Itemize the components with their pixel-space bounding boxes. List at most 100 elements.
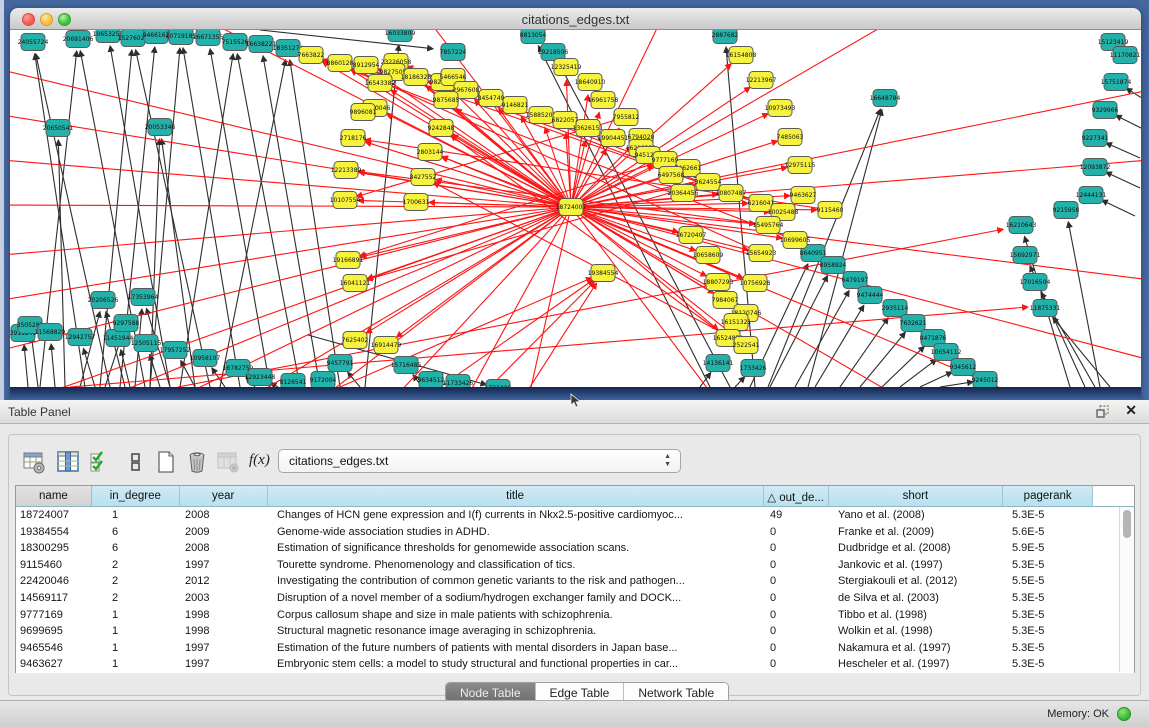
network-node[interactable]: 15716485 [391,357,422,374]
citation-edge[interactable] [815,305,864,387]
citation-edge-selected[interactable] [10,207,571,300]
network-node[interactable]: 2522541 [733,337,760,354]
network-node[interactable]: 2803144 [417,144,444,161]
network-node[interactable]: 11733426 [443,375,474,388]
network-node[interactable]: 16154808 [726,47,757,64]
column-header-in_degree[interactable]: in_degree [92,486,180,506]
network-node[interactable]: 15692971 [1010,247,1041,264]
citation-edge-selected[interactable] [10,205,571,207]
network-node[interactable]: 6497568 [658,167,685,184]
network-hub-node[interactable]: 18724007 [556,199,587,216]
citation-edge-selected[interactable] [10,160,571,207]
citation-edge-selected[interactable] [10,207,571,350]
citation-edge[interactable] [24,345,28,387]
table-row[interactable]: 969969511998Structural magnetic resonanc… [16,623,1134,640]
network-node[interactable]: 15654923 [746,245,777,262]
citation-edge-selected[interactable] [361,207,571,257]
table-selector-dropdown[interactable]: citations_edges.txt ▲▼ [278,449,681,473]
network-canvas[interactable]: 2405572420691406106532571527602194661621… [10,30,1141,387]
network-node[interactable]: 17016504 [1020,274,1051,291]
network-node[interactable]: 10973493 [765,100,796,117]
network-node[interactable]: 14136141 [703,355,734,372]
network-node[interactable]: 20650541 [43,120,74,137]
network-node[interactable]: 19218506 [538,44,569,61]
network-node[interactable]: 9227341 [1082,130,1109,147]
network-node[interactable]: 7663822 [298,47,325,64]
network-node[interactable]: 11451944 [103,330,134,347]
network-node[interactable]: 20206526 [88,292,119,309]
network-node[interactable]: 17957252 [160,342,191,359]
citation-edge[interactable] [1068,222,1100,387]
network-node[interactable]: 11875331 [1030,300,1061,317]
show-columns-icon[interactable] [55,449,81,475]
table-row[interactable]: 2242004622012Investigating the contribut… [16,573,1134,590]
citation-edge-selected[interactable] [530,283,597,387]
network-node[interactable]: 16041121 [340,275,371,292]
citation-edge[interactable] [32,337,38,387]
citation-edge-selected[interactable] [470,207,571,387]
network-node[interactable]: 12093872 [1080,159,1111,176]
network-node[interactable]: 16648784 [870,90,901,107]
network-node[interactable]: 8126541 [280,374,307,388]
network-node[interactable]: 18186328 [401,69,432,86]
network-node[interactable]: 16033809 [385,30,416,42]
network-node[interactable]: 20691406 [63,31,94,48]
column-settings-icon[interactable] [21,449,47,475]
network-node[interactable]: 1700631 [403,194,430,211]
network-node[interactable]: 9245012 [972,372,999,388]
network-node[interactable]: 8860128 [327,55,354,72]
column-header-out_de[interactable]: △ out_de... [764,486,829,506]
citation-network-graph[interactable]: 2405572420691406106532571527602194661621… [10,30,1141,387]
citation-edge[interactable] [51,344,55,387]
network-node[interactable]: 12942757 [65,329,96,346]
network-node[interactable]: 12213967 [746,72,777,89]
network-node[interactable]: 7857224 [440,44,467,61]
table-row[interactable]: 911546021997Tourette syndrome. Phenomeno… [16,557,1134,574]
column-header-pagerank[interactable]: pagerank [1003,486,1093,506]
table-row[interactable]: 977716911998Corpus callosum shape and si… [16,607,1134,624]
table-row[interactable]: 946554611997Estimation of the future num… [16,640,1134,657]
network-node[interactable]: 20364456 [668,185,699,202]
network-node[interactable]: 15495764 [753,217,784,234]
network-node[interactable]: 11568829 [35,324,66,341]
network-node[interactable]: 7625402 [342,332,369,349]
float-panel-icon[interactable] [1095,404,1111,420]
network-node[interactable]: 8454749 [478,90,505,107]
network-node[interactable]: 1733426 [485,380,512,388]
network-node[interactable]: 12975115 [785,157,816,174]
citation-edge-selected[interactable] [366,207,571,333]
citation-edge[interactable] [1106,143,1140,158]
network-node[interactable]: 16151321 [721,314,752,331]
network-node[interactable]: 6479197 [842,272,869,289]
network-node[interactable]: 7515526 [222,34,249,51]
network-node[interactable]: 19384554 [588,265,619,282]
table-row[interactable]: 1456911722003Disruption of a novel membe… [16,590,1134,607]
network-node[interactable]: 7632621 [900,315,927,332]
column-header-name[interactable]: name [16,486,92,506]
network-node[interactable]: 10107554 [330,192,361,209]
network-node[interactable]: 10658609 [693,247,724,264]
network-node[interactable]: 9634512 [418,372,445,388]
network-node[interactable]: 12923448 [245,369,276,386]
citation-edge[interactable] [1106,172,1140,188]
network-node[interactable]: 9297588 [113,315,140,332]
network-node[interactable]: 9329966 [1092,102,1119,119]
network-node[interactable]: 10699605 [780,232,811,249]
select-rows-icon[interactable] [87,449,113,475]
citation-edge-selected[interactable] [70,307,1028,387]
network-node[interactable]: 16914479 [371,337,402,354]
network-node[interactable]: 3624554 [695,174,722,191]
network-node[interactable]: 24055724 [18,34,49,51]
network-node[interactable]: 1733426 [740,360,767,377]
network-node[interactable]: 2718176 [340,130,367,147]
network-node[interactable]: 16671355 [193,30,224,46]
network-node[interactable]: 19166891 [333,252,364,269]
network-node[interactable]: 15751874 [1101,74,1132,91]
network-window-titlebar[interactable]: citations_edges.txt [10,8,1141,30]
citation-edge[interactable] [1116,115,1141,130]
network-node[interactable]: 17353964 [128,289,159,306]
delete-rows-icon[interactable] [184,449,210,475]
network-node[interactable]: 10756928 [740,275,771,292]
citation-edge-selected[interactable] [571,141,585,207]
network-node[interactable]: 8958924 [820,257,847,274]
